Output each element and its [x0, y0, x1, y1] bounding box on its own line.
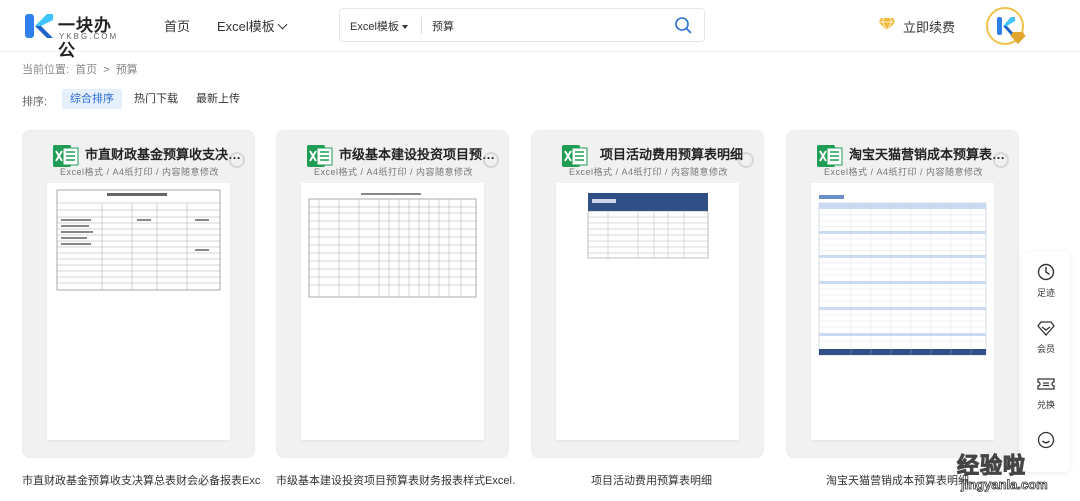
card-preview — [811, 183, 994, 440]
sort-option-popular[interactable]: 热门下载 — [126, 89, 186, 109]
caret-down-icon — [401, 25, 408, 29]
chevron-down-icon — [277, 19, 288, 30]
card-preview — [301, 183, 484, 440]
search-category-select[interactable]: Excel模板 — [350, 18, 408, 34]
sort-label: 排序: — [22, 96, 48, 108]
card-title: 市直财政基金预算收支决… — [85, 147, 242, 162]
watermark: 经验啦 jingyanla.com — [953, 446, 1073, 496]
nav-excel-label: Excel模板 — [217, 19, 275, 34]
logo-subtext: YKBG.COM — [59, 32, 119, 41]
watermark-sub: jingyanla.com — [961, 477, 1049, 493]
breadcrumb-home-link[interactable]: 首页 — [75, 64, 97, 76]
side-tool-label: 兑换 — [1036, 400, 1055, 410]
vip-badge-icon — [1010, 32, 1026, 44]
search-bar: Excel模板 — [339, 8, 705, 42]
card-caption[interactable]: 项目活动费用预算表明细 — [591, 472, 831, 488]
card-subtitle: Excel格式 / A4纸打印 / 内容随意修改 — [568, 167, 729, 177]
paperclip-icon — [738, 152, 754, 168]
side-tool-footprint[interactable]: 足迹 — [1022, 254, 1070, 304]
ticket-icon — [1037, 378, 1055, 390]
paperclip-icon — [483, 152, 499, 168]
search-divider — [421, 17, 422, 34]
clock-icon — [1037, 263, 1055, 281]
spreadsheet-thumbnail — [56, 189, 221, 291]
card-preview — [556, 183, 739, 440]
breadcrumb: 当前位置: 首页 > 预算 — [22, 61, 141, 77]
logo-icon — [25, 14, 53, 38]
search-category-label: Excel模板 — [350, 21, 399, 33]
card-caption[interactable]: 市级基本建设投资项目预算表财务报表样式Excel… — [276, 472, 516, 488]
spreadsheet-thumbnail — [818, 195, 987, 356]
nav-excel-templates-dropdown[interactable]: Excel模板 — [217, 16, 288, 35]
site-logo[interactable]: 一块办公 YKBG.COM — [24, 9, 124, 60]
paperclip-icon — [229, 152, 245, 168]
card-title: 淘宝天猫营销成本预算表… — [849, 147, 1006, 162]
sort-option-comprehensive[interactable]: 综合排序 — [62, 89, 122, 109]
card-caption[interactable]: 市直财政基金预算收支决算总表财会必备报表Exc… — [22, 472, 262, 488]
sort-option-newest[interactable]: 最新上传 — [188, 89, 248, 109]
diamond-outline-icon — [1037, 321, 1055, 336]
card-subtitle: Excel格式 / A4纸打印 / 内容随意修改 — [313, 167, 474, 177]
side-tool-member[interactable]: 会员 — [1022, 310, 1070, 360]
top-header: 一块办公 YKBG.COM 首页 Excel模板 Excel模板 立即续费 — [0, 0, 1080, 60]
side-tool-label: 足迹 — [1036, 288, 1055, 298]
template-card[interactable]: 淘宝天猫营销成本预算表… Excel格式 / A4纸打印 / 内容随意修改 — [786, 130, 1019, 458]
card-subtitle: Excel格式 / A4纸打印 / 内容随意修改 — [59, 167, 220, 177]
breadcrumb-prefix: 当前位置: — [22, 64, 70, 76]
template-card[interactable]: 项目活动费用预算表明细 Excel格式 / A4纸打印 / 内容随意修改 — [531, 130, 764, 458]
side-tool-redeem[interactable]: 兑换 — [1022, 366, 1070, 416]
nav-home-link[interactable]: 首页 — [164, 16, 190, 35]
paperclip-icon — [993, 152, 1009, 168]
template-card[interactable]: 市直财政基金预算收支决… Excel格式 / A4纸打印 / 内容随意修改 — [22, 130, 255, 458]
card-title: 市级基本建设投资项目预… — [339, 147, 496, 162]
diamond-icon — [878, 17, 896, 31]
breadcrumb-separator: > — [103, 64, 110, 76]
breadcrumb-current: 预算 — [115, 64, 138, 76]
card-subtitle: Excel格式 / A4纸打印 / 内容随意修改 — [823, 167, 984, 177]
watermark-main: 经验啦 — [956, 453, 1027, 479]
renew-label: 立即续费 — [903, 20, 956, 35]
spreadsheet-thumbnail — [587, 193, 709, 259]
card-preview — [47, 183, 230, 440]
spreadsheet-thumbnail — [308, 193, 477, 298]
side-toolbar: 足迹 会员 兑换 — [1022, 252, 1070, 472]
search-icon[interactable] — [674, 16, 692, 34]
side-tool-label: 会员 — [1036, 344, 1055, 354]
search-input[interactable] — [432, 15, 652, 36]
template-card[interactable]: 市级基本建设投资项目预… Excel格式 / A4纸打印 / 内容随意修改 — [276, 130, 509, 458]
card-title: 项目活动费用预算表明细 — [600, 147, 744, 162]
